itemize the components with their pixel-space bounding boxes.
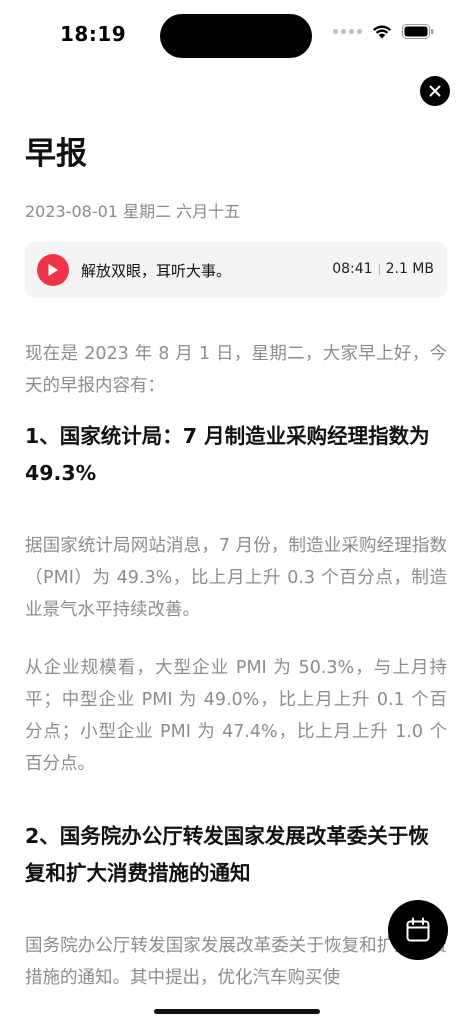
play-icon [48, 264, 58, 276]
section-paragraph: 从企业规模看，大型企业 PMI 为 50.3%，与上月持平；中型企业 PMI 为… [25, 658, 447, 774]
section-heading: 2、国务院办公厅转发国家发展改革委关于恢复和扩大消费措施的通知 [25, 824, 429, 885]
screen: 18:19 早报 2023-08-01 星期二 六月十五 解放双眼，耳听大事。 … [0, 0, 472, 1024]
audio-title: 解放双眼，耳听大事。 [81, 262, 232, 280]
status-indicators [333, 24, 434, 39]
audio-player: 解放双眼，耳听大事。 08:41 2.1 MB [25, 242, 447, 298]
article-intro: 现在是 2023 年 8 月 1 日，星期二，大家早上好，今天的早报内容有： [25, 344, 447, 396]
play-button[interactable] [37, 254, 69, 286]
battery-icon [402, 24, 434, 39]
close-icon [429, 85, 441, 97]
calendar-button[interactable] [388, 900, 448, 960]
close-button[interactable] [420, 76, 450, 106]
home-indicator[interactable] [154, 1009, 320, 1014]
wifi-icon [373, 25, 391, 39]
meta-divider [378, 263, 380, 275]
page-title: 早报 [25, 136, 87, 172]
dynamic-island [160, 14, 312, 58]
signal-icon [333, 29, 362, 34]
audio-duration: 08:41 [332, 261, 373, 277]
section-paragraph: 国务院办公厅转发国家发展改革委关于恢复和扩大消费措施的通知。其中提出，优化汽车购… [25, 936, 447, 988]
audio-meta: 08:41 2.1 MB [332, 261, 434, 277]
section-heading: 1、国家统计局：7 月制造业采购经理指数为 49.3% [25, 424, 430, 485]
section-paragraph: 据国家统计局网站消息，7 月份，制造业采购经理指数（PMI）为 49.3%，比上… [25, 536, 447, 620]
audio-size: 2.1 MB [385, 261, 434, 277]
date-line: 2023-08-01 星期二 六月十五 [25, 202, 241, 221]
calendar-icon [406, 917, 430, 942]
status-time: 18:19 [60, 22, 127, 46]
article-body: 现在是 2023 年 8 月 1 日，星期二，大家早上好，今天的早报内容有： 1… [25, 338, 447, 994]
